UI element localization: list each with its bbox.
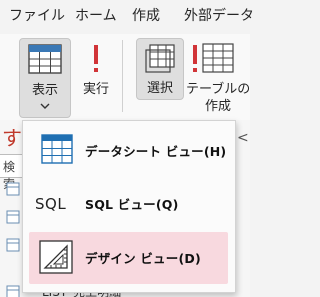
menu-item-label: デザイン ビュー(D)	[85, 251, 201, 266]
chevron-down-icon	[40, 103, 50, 109]
ribbon-separator	[122, 40, 123, 112]
view-dropdown-menu: データシート ビュー(H) SQL SQL ビュー(Q) デザイン ビュー(D)	[22, 120, 236, 293]
menu-file[interactable]: ファイル	[9, 6, 65, 26]
menu-item-design-view[interactable]: デザイン ビュー(D)	[29, 232, 228, 284]
menu-item-label: データシート ビュー(H)	[85, 144, 227, 159]
make-table-exclamation-icon	[193, 45, 197, 72]
run-exclamation-icon	[94, 45, 98, 72]
run-button[interactable]: 実行	[76, 38, 116, 116]
menu-item-sql-view[interactable]: SQL SQL ビュー(Q)	[29, 179, 228, 229]
select-button-label: 選択	[146, 81, 173, 96]
pane-collapse-chevron-icon[interactable]: <	[237, 130, 249, 146]
menu-item-datasheet-view[interactable]: データシート ビュー(H)	[29, 126, 228, 176]
sql-icon: SQL	[35, 195, 67, 213]
menu-home[interactable]: ホーム	[75, 6, 117, 26]
make-table-button[interactable]: テーブルの 作成	[186, 38, 250, 116]
table-item-icon	[6, 285, 20, 297]
query-item-icon	[6, 182, 20, 196]
make-table-label-line1: テーブルの	[186, 82, 251, 97]
view-button-label: 表示	[31, 83, 58, 98]
ribbon: 表示 実行 選択 テーブルの 作成	[0, 34, 250, 120]
pane-title-fragment: す	[2, 126, 22, 150]
datasheet-grid-icon	[41, 134, 73, 164]
design-ruler-icon	[39, 240, 73, 274]
run-button-label: 実行	[82, 82, 109, 97]
datasheet-view-icon	[28, 44, 62, 74]
select-button[interactable]: 選択	[136, 38, 184, 100]
menu-create[interactable]: 作成	[132, 6, 160, 26]
select-table-icon	[145, 44, 175, 73]
menu-external-data[interactable]: 外部データ	[184, 6, 254, 26]
menu-bar: ファイル ホーム 作成 外部データ	[0, 0, 254, 34]
view-button[interactable]: 表示	[19, 38, 71, 118]
table-grid-icon	[202, 43, 234, 73]
menu-item-label: SQL ビュー(Q)	[85, 197, 179, 212]
query-item-icon	[6, 210, 20, 224]
make-table-label-line2: 作成	[204, 99, 231, 114]
query-item-icon	[6, 238, 20, 252]
